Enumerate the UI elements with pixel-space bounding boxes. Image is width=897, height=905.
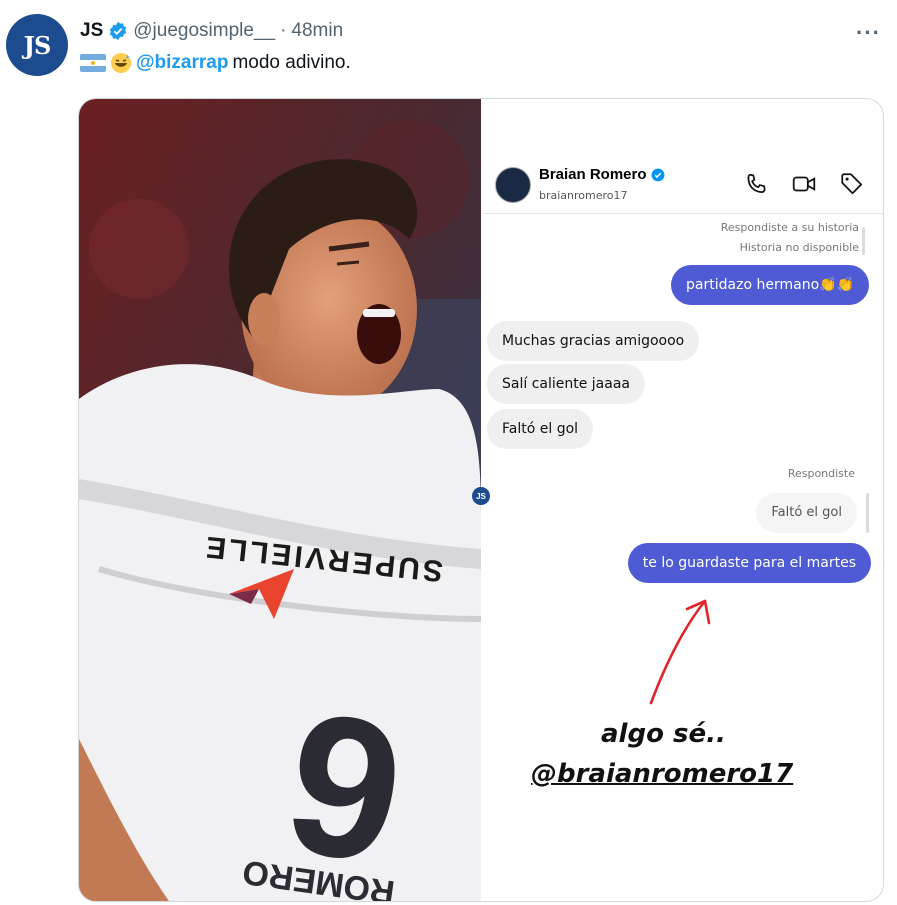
verified-badge-icon bbox=[651, 168, 664, 181]
story-mention[interactable]: @braianromero17 bbox=[531, 759, 793, 789]
dm-header-actions bbox=[743, 171, 865, 197]
dm-header: Braian Romero braianromero17 bbox=[483, 157, 883, 214]
verified-badge-icon bbox=[110, 21, 127, 41]
video-icon[interactable] bbox=[791, 171, 817, 197]
replied-story-label: Respondiste a su historia bbox=[720, 221, 859, 234]
more-options-icon[interactable]: ··· bbox=[856, 20, 881, 46]
message-bubble-outgoing[interactable]: partidazo hermano👏👏 bbox=[671, 265, 869, 305]
tag-icon[interactable] bbox=[839, 171, 865, 197]
message-bubble-incoming[interactable]: Muchas gracias amigoooo bbox=[487, 321, 700, 361]
replied-label: Respondiste bbox=[787, 467, 855, 480]
player-photo[interactable]: SUPERVIELLE 6 ROMERO bbox=[79, 99, 481, 901]
tweet-body: modo adivino. bbox=[232, 52, 351, 73]
phone-icon[interactable] bbox=[743, 171, 769, 197]
quoted-message[interactable]: Faltó el gol bbox=[756, 493, 857, 533]
story-caption: algo sé.. bbox=[601, 719, 726, 749]
quote-bar bbox=[862, 227, 865, 255]
display-name[interactable]: JS bbox=[80, 20, 103, 42]
tweet-header: JS @juegosimple__ · 48min bbox=[80, 18, 343, 44]
argentina-flag-icon bbox=[80, 54, 106, 72]
separator-dot: · bbox=[280, 20, 287, 41]
mention-link[interactable]: @bizarrap bbox=[136, 52, 228, 74]
js-watermark-badge: JS bbox=[472, 487, 490, 505]
avatar-logo-text: JS bbox=[23, 30, 52, 60]
tweet-media[interactable]: SUPERVIELLE 6 ROMERO Braian Romero braia… bbox=[78, 98, 884, 902]
grinning-sweat-emoji-icon bbox=[111, 53, 131, 73]
tweet-text: @bizarrap modo adivino. bbox=[80, 52, 351, 74]
dm-contact-name[interactable]: Braian Romero bbox=[539, 166, 647, 183]
message-bubble-incoming[interactable]: Faltó el gol bbox=[487, 409, 594, 449]
story-unavailable-label: Historia no disponible bbox=[739, 241, 859, 254]
reply-bubble-outgoing[interactable]: te lo guardaste para el martes bbox=[627, 543, 871, 583]
dm-contact-name-row: Braian Romero bbox=[539, 166, 665, 183]
red-arrow-annotation bbox=[649, 599, 711, 705]
avatar[interactable]: JS bbox=[6, 14, 68, 76]
quote-bar bbox=[866, 493, 869, 533]
handle[interactable]: @juegosimple__ bbox=[133, 20, 275, 42]
dm-contact-username: braianromero17 bbox=[539, 189, 628, 202]
instagram-dm-screenshot: Braian Romero braianromero17 Respondiste… bbox=[483, 99, 883, 901]
dm-contact-avatar[interactable] bbox=[495, 167, 531, 203]
timestamp[interactable]: 48min bbox=[291, 20, 343, 42]
message-bubble-incoming[interactable]: Salí caliente jaaaa bbox=[487, 364, 645, 404]
